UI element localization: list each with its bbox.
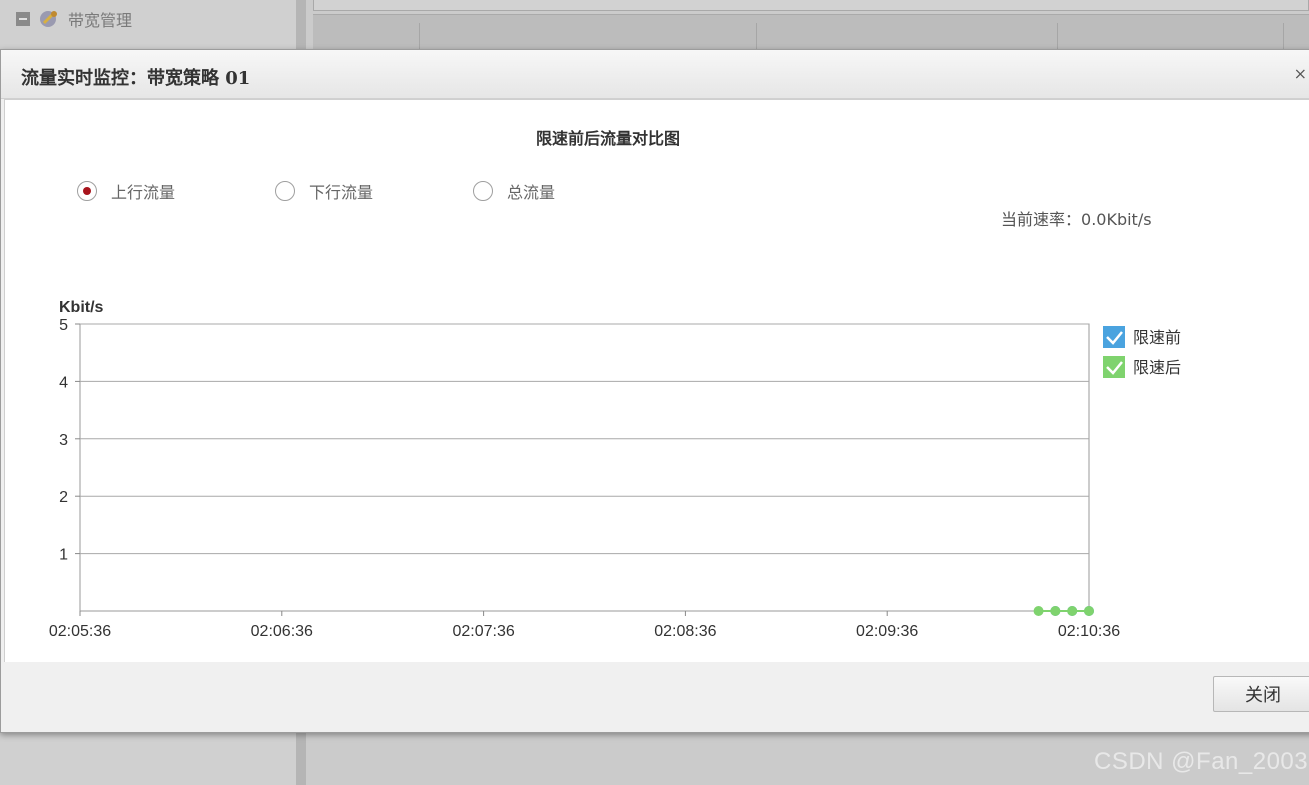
column-separator (419, 23, 420, 51)
y-tick-label: 2 (59, 489, 68, 506)
x-tick-label: 02:05:36 (49, 623, 111, 640)
dialog-header[interactable]: 流量实时监控：带宽策略 01 × (1, 50, 1309, 99)
column-separator (756, 23, 757, 51)
traffic-chart: 5 4 3 2 1 02:05:36 02:06:36 02:07:36 02:08:36 02:… (49, 299, 1181, 640)
y-axis-label: Kbit/s (59, 299, 104, 316)
collapse-icon[interactable] (16, 12, 30, 26)
tree-item-label: 带宽管理 (68, 11, 133, 30)
x-tick-label: 02:07:36 (452, 623, 514, 640)
close-icon[interactable]: × (1294, 64, 1307, 83)
bandwidth-tool-icon (38, 9, 60, 29)
background-toolbar (313, 0, 1309, 11)
y-tick-label: 5 (59, 317, 68, 334)
legend-label: 限速前 (1133, 328, 1181, 347)
close-button[interactable]: 关闭 (1213, 676, 1309, 712)
legend-swatch (1103, 326, 1125, 348)
column-separator (1057, 23, 1058, 51)
data-point (1033, 606, 1044, 616)
x-tick-label: 02:10:36 (1058, 623, 1120, 640)
dialog-footer: 关闭 (1, 662, 1309, 732)
tree-item-bandwidth[interactable]: 带宽管理 (16, 8, 132, 30)
x-tick-label: 02:06:36 (251, 623, 313, 640)
dialog-body: 限速前后流量对比图 上行流量 下行流量 总流量 当前速率：0.0Kbit/s 5… (4, 99, 1309, 713)
traffic-monitor-dialog: 流量实时监控：带宽策略 01 × 限速前后流量对比图 上行流量 下行流量 总流量… (0, 49, 1309, 733)
dialog-title: 流量实时监控：带宽策略 01 (21, 68, 251, 89)
x-tick-label: 02:08:36 (654, 623, 716, 640)
data-point (1050, 606, 1061, 616)
legend-label: 限速后 (1133, 358, 1181, 377)
plot-area (79, 323, 1090, 612)
data-point (1067, 606, 1078, 616)
column-separator (1283, 23, 1284, 51)
x-tick-label: 02:09:36 (856, 623, 918, 640)
watermark: CSDN @Fan_2003 (1094, 748, 1309, 775)
y-tick-label: 4 (59, 374, 68, 391)
data-point (1084, 606, 1094, 616)
y-tick-label: 1 (59, 547, 68, 564)
y-tick-label: 3 (59, 432, 68, 449)
legend-swatch (1103, 356, 1125, 378)
background-grid-header (313, 14, 1309, 51)
